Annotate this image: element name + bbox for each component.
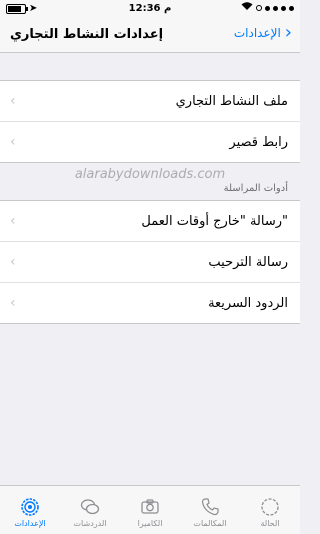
row-short-link[interactable]: ‹ رابط قصير (0, 122, 300, 162)
signal-dot-icon (289, 5, 294, 11)
chevron-left-icon: ‹ (10, 213, 16, 229)
tab-settings[interactable]: الإعدادات (0, 486, 60, 534)
chevron-left-icon: ‹ (10, 254, 16, 270)
tab-label: المكالمات (193, 519, 227, 528)
row-business-profile[interactable]: ‹ ملف النشاط التجاري (0, 81, 300, 122)
row-greeting-message[interactable]: ‹ رسالة الترحيب (0, 242, 300, 283)
signal-dot-icon (265, 5, 270, 11)
tab-calls[interactable]: المكالمات (180, 486, 240, 534)
chevron-left-icon: ‹ (10, 295, 16, 311)
chevron-right-icon: › (284, 22, 292, 43)
chevron-left-icon: ‹ (10, 134, 16, 150)
nav-bar: إعدادات النشاط التجاري الإعدادات › (0, 18, 300, 53)
signal-dot-icon (281, 5, 286, 11)
tab-camera[interactable]: الكاميرا (120, 486, 180, 534)
gear-icon (21, 498, 39, 516)
page-title: إعدادات النشاط التجاري (10, 27, 164, 42)
tab-chats[interactable]: الدردشات (60, 486, 120, 534)
wifi-icon (241, 2, 253, 14)
row-label: رسالة "خارج أوقات العمل" (141, 213, 288, 229)
watermark: alarabydownloads.com (74, 167, 226, 182)
section-header-messaging-tools: أدوات المراسلة (223, 183, 288, 194)
row-away-message[interactable]: ‹ رسالة "خارج أوقات العمل" (0, 201, 300, 242)
business-settings-group: ‹ ملف النشاط التجاري ‹ رابط قصير (0, 80, 300, 163)
signal-dot-icon (273, 5, 278, 11)
status-right (241, 2, 294, 14)
signal-dot-icon (256, 5, 262, 11)
row-quick-replies[interactable]: ‹ الردود السريعة (0, 283, 300, 323)
chevron-left-icon: ‹ (10, 93, 16, 109)
back-label: الإعدادات (233, 26, 281, 40)
tab-status[interactable]: الحالة (240, 486, 300, 534)
camera-icon (141, 499, 159, 514)
row-label: رسالة الترحيب (208, 254, 288, 270)
messaging-tools-group: ‹ رسالة "خارج أوقات العمل" ‹ رسالة الترح… (0, 200, 300, 324)
tab-label: الحالة (260, 519, 280, 528)
row-label: رابط قصير (229, 134, 288, 150)
tab-bar: الإعدادات الدردشات الكاميرا المكالمات ال… (0, 485, 300, 534)
back-button[interactable]: الإعدادات › (234, 24, 292, 42)
status-icon (261, 498, 279, 516)
tab-label: الدردشات (73, 519, 107, 528)
row-label: الردود السريعة (208, 295, 288, 311)
tab-label: الكاميرا (137, 519, 163, 528)
chat-bubbles-icon (80, 499, 100, 515)
phone-icon (201, 498, 219, 516)
status-bar: ➤ 12:36 م (0, 0, 300, 18)
tab-label: الإعدادات (14, 519, 46, 528)
row-label: ملف النشاط التجاري (175, 93, 288, 109)
